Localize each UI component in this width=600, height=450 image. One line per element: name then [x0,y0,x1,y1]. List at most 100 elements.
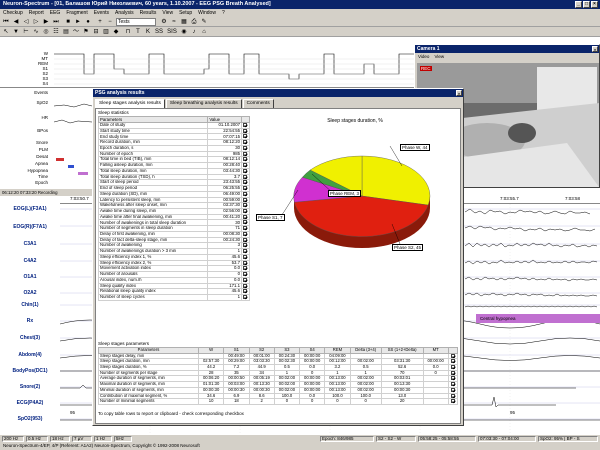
channel-label-ecg[interactable]: ECG(P4A2) [0,400,60,406]
psg-results-dialog[interactable]: PSG analysis results × Sleep stages anal… [92,88,464,426]
menu-fragment[interactable]: Fragment [66,10,87,16]
cursor-icon[interactable]: ↖ [2,28,10,36]
eye-icon[interactable]: ◉ [180,28,188,36]
spectrum-icon[interactable]: ∿ [32,28,40,36]
close-button[interactable]: × [591,1,598,8]
row-checkbox[interactable] [243,180,248,185]
bookmark-icon[interactable]: ◆ [112,28,120,36]
tab-sleep-stages[interactable]: Sleep stages analysis results [95,99,165,108]
menu-analysis[interactable]: Analysis [115,10,134,16]
settings-icon[interactable]: ✎ [200,18,208,26]
row-checkbox[interactable] [243,243,248,248]
row-checkbox[interactable] [243,289,248,294]
wave-icon[interactable]: 〜 [72,28,80,36]
row-checkbox[interactable] [243,238,248,242]
central-hypopnea-event[interactable]: Central hypopnea [476,314,600,323]
row-checkbox[interactable] [450,382,455,387]
print-icon[interactable]: ⎙ [190,18,198,26]
row-checkbox[interactable] [450,376,455,381]
channel-label-chin[interactable]: Chin(1) [0,302,60,308]
menu-view[interactable]: View [162,10,173,16]
menu-results[interactable]: Results [140,10,157,16]
play-icon[interactable]: ► [74,18,82,26]
channel-label-c4a2[interactable]: C4A2 [0,258,60,264]
row-checkbox[interactable] [243,175,248,179]
last-page-icon[interactable]: ⏭ [52,18,60,26]
channel-label-o1a1[interactable]: O1A1 [0,274,60,280]
prev-icon[interactable]: ◁ [22,18,30,26]
row-checkbox[interactable] [450,399,455,404]
record-icon[interactable]: ● [84,18,92,26]
channel-label-c3a1[interactable]: C3A1 [0,241,60,247]
row-checkbox[interactable] [450,388,455,392]
row-checkbox[interactable] [243,272,248,277]
tests-combo[interactable]: Tests [116,18,156,26]
row-checkbox[interactable] [450,371,455,375]
stop-icon[interactable]: ■ [64,18,72,26]
row-checkbox[interactable] [243,140,248,145]
row-checkbox[interactable] [243,192,248,196]
table-icon[interactable]: ☷ [52,28,60,36]
channel-label-o2a2[interactable]: O2A2 [0,290,60,296]
camera-title-bar[interactable]: Camera 1 × [415,45,599,53]
prev-page-icon[interactable]: ◀ [12,18,20,26]
menu-report[interactable]: Report [29,10,44,16]
camera-menu-video[interactable]: Video [418,54,429,60]
menu-eeg[interactable]: EEG [50,10,61,16]
k-complex-button[interactable]: K [144,28,152,36]
menu-window[interactable]: Window [198,10,216,16]
row-checkbox[interactable] [243,249,248,254]
ruler-icon[interactable]: ⊢ [22,28,30,36]
map-icon[interactable]: ◎ [42,28,50,36]
row-checkbox[interactable] [243,203,248,208]
marker-icon[interactable]: ▼ [12,28,20,36]
hypnogram-icon[interactable]: ⊓ [124,28,132,36]
text-icon[interactable]: T [134,28,142,36]
lock-icon[interactable]: ⌂ [200,28,208,36]
channel-label-snore[interactable]: Snore(2) [0,384,60,390]
row-checkbox[interactable] [243,261,248,265]
camera-close-icon[interactable]: × [592,45,598,52]
row-checkbox[interactable] [243,186,248,191]
menu-help[interactable]: ? [222,10,225,16]
sound-icon[interactable]: ♪ [190,28,198,36]
row-checkbox[interactable] [450,359,455,364]
menu-setup[interactable]: Setup [179,10,192,16]
channel-label-eogl[interactable]: EOG(L)(F3A1) [0,206,60,212]
montage-icon[interactable]: ⚙ [160,18,168,26]
channel-label-bodypos[interactable]: BodyPos(DC1) [0,368,60,374]
row-checkbox[interactable] [243,169,248,173]
row-checkbox[interactable] [243,220,248,225]
row-checkbox[interactable] [243,163,248,168]
row-checkbox[interactable] [243,284,248,288]
dialog-close-icon[interactable]: × [456,89,462,96]
row-checkbox[interactable] [243,278,248,282]
row-checkbox[interactable] [243,123,248,127]
row-checkbox[interactable] [243,215,248,219]
camera-menu-view[interactable]: View [434,54,444,60]
row-checkbox[interactable] [243,129,248,133]
flag-icon[interactable]: ⚑ [82,28,90,36]
zoom-in-icon[interactable]: + [96,18,104,26]
row-checkbox[interactable] [243,255,248,259]
row-checkbox[interactable] [243,232,248,236]
menu-events[interactable]: Events [94,10,109,16]
row-checkbox[interactable] [243,157,248,162]
menu-checkup[interactable]: Checkup [3,10,23,16]
row-checkbox[interactable] [243,146,248,150]
row-checkbox[interactable] [243,198,248,202]
row-checkbox[interactable] [243,134,248,139]
minimize-button[interactable]: _ [575,1,582,8]
row-checkbox[interactable] [243,209,248,214]
epoch-icon[interactable]: ▥ [102,28,110,36]
sis-button[interactable]: SIS [166,28,178,36]
grid-icon[interactable]: ▦ [180,18,188,26]
next-page-icon[interactable]: ▶ [42,18,50,26]
row-checkbox[interactable] [450,393,455,398]
channel-label-rx[interactable]: Rx [0,318,60,324]
tab-comments[interactable]: Comments [242,99,274,108]
channel-label-chest[interactable]: Chest(3) [0,335,60,341]
chart-icon[interactable]: ▤ [62,28,70,36]
channel-label-abdom[interactable]: Abdom(4) [0,352,60,358]
row-checkbox[interactable] [243,266,248,271]
